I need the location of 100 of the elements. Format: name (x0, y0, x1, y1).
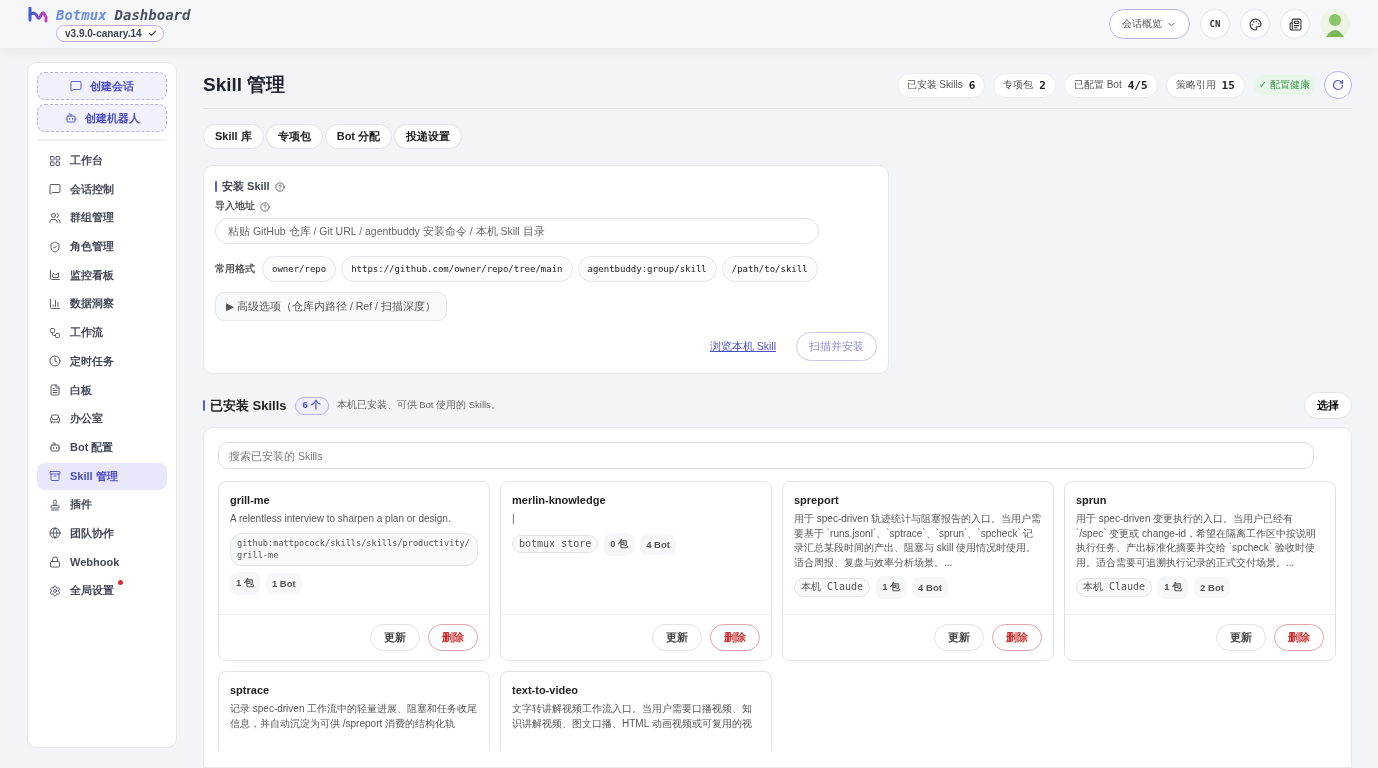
skill-name: grill-me (230, 494, 271, 506)
source-tag: 本机 Claude (1076, 578, 1153, 597)
section-title: 已安装 Skills (210, 396, 287, 415)
sidebar-item[interactable]: 角色管理 (37, 233, 167, 261)
advanced-options-toggle[interactable]: ▶ 高级选项（仓库内路径 / Ref / 扫描深度） (215, 292, 447, 321)
check-icon (147, 28, 157, 38)
armchair-icon (49, 412, 61, 425)
stamp-icon (49, 498, 61, 511)
logo-icon (28, 6, 48, 23)
sidebar-item[interactable]: 数据洞察 (37, 290, 167, 318)
lock-icon (49, 556, 61, 569)
sidebar-item[interactable]: 工作流 (37, 319, 167, 347)
bar-chart-icon (49, 297, 61, 310)
source-tag: github:mattpocock/skills/skills/productivity/grill-me (230, 532, 478, 566)
delete-button[interactable]: 删除 (992, 624, 1042, 651)
skill-name: sprun (1076, 494, 1108, 506)
create-button[interactable]: 创建机器人 (37, 104, 167, 132)
update-button[interactable]: 更新 (934, 624, 984, 651)
document-icon (1288, 17, 1302, 31)
stat-pill: 已配置 Bot 4/5 (1063, 72, 1158, 98)
refresh-button[interactable] (1324, 71, 1352, 99)
palette-icon (1248, 17, 1262, 31)
stat-pill: 已安装 Skills 6 (896, 72, 986, 98)
pack-count: 1 包 (1158, 576, 1189, 599)
bot-count: 4 Bot (912, 577, 948, 598)
sidebar-item[interactable]: 白板 (37, 376, 167, 404)
tab[interactable]: 投递设置 (394, 124, 463, 149)
sidebar-item[interactable]: 全局设置 (37, 577, 167, 605)
skill-description: A relentless interview to sharpen a plan or design. (230, 512, 452, 526)
skill-name: text-to-video (512, 684, 579, 696)
skill-description: 用于 spec-driven 轨迹统计与阻塞报告的入口。当用户需要基于 `runs.jsonl`、`sptrace`、`sprun`、`spcheck` 记录汇总某段时间的产出、阻塞与 skill 使用情况时使用。适合周报、复盘与效率分析场景。... (794, 512, 1042, 570)
sidebar-item[interactable]: Webhook (37, 548, 167, 576)
format-chip[interactable]: https://github.com/owner/repo/tree/main (341, 256, 573, 282)
chat-icon (49, 183, 61, 196)
sidebar-item[interactable]: 监控看板 (37, 261, 167, 289)
field-label: 导入地址 (215, 200, 255, 213)
page-title: Skill 管理 (203, 73, 286, 97)
format-chip[interactable]: owner/repo (262, 256, 337, 282)
source-tag: 本机 Claude (794, 578, 871, 597)
globe-icon (49, 527, 61, 540)
archive-icon (49, 470, 61, 483)
skill-description: 文字转讲解视频工作流入口。当用户需要口播视频、知识讲解视频、图文口播、HTML 动画视频或可复用的视 (512, 702, 753, 731)
browse-local-link[interactable]: 浏览本机 Skill (709, 339, 776, 354)
health-badge: ✓ 配置健康 (1252, 75, 1316, 95)
stat-pill: 策略引用 15 (1165, 72, 1245, 98)
sidebar-item[interactable]: 群组管理 (37, 204, 167, 232)
delete-button[interactable]: 删除 (710, 624, 760, 651)
notes-button[interactable] (1280, 9, 1310, 39)
create-button[interactable]: 创建会话 (37, 72, 167, 100)
robot-icon (49, 441, 61, 454)
help-icon[interactable] (274, 181, 285, 192)
sidebar-item[interactable]: 工作台 (37, 147, 167, 174)
import-url-field[interactable]: 粘贴 GitHub 仓库 / Git URL / agentbuddy 安装命令 / 本机 Skill 目录 (215, 218, 819, 244)
update-button[interactable]: 更新 (652, 624, 702, 651)
sidebar-item[interactable]: 插件 (37, 491, 167, 519)
sidebar-item[interactable]: 定时任务 (37, 347, 167, 375)
tab[interactable]: Skill 库 (203, 124, 264, 149)
robot-icon (64, 112, 77, 124)
theme-button[interactable] (1240, 9, 1270, 39)
clock-icon (49, 355, 61, 368)
tab[interactable]: Bot 分配 (324, 124, 393, 149)
users-icon (49, 211, 61, 224)
skill-name: sptrace (230, 684, 271, 696)
format-chip[interactable]: agentbuddy:group/skill (577, 256, 717, 282)
settings-icon (49, 584, 61, 597)
brand-name: Dashboard (114, 6, 191, 23)
formats-label: 常用格式 (215, 262, 255, 276)
grid-icon (49, 154, 61, 167)
section-title: 安装 Skill (222, 179, 270, 194)
update-button[interactable]: 更新 (370, 624, 420, 651)
format-chip[interactable]: /path/to/skill (721, 256, 818, 282)
pack-count: 0 包 (604, 532, 635, 556)
workflow-icon (49, 326, 61, 339)
search-field[interactable]: 搜索已安装的 Skills (218, 442, 1314, 469)
version-badge: v3.9.0-canary.14 (56, 24, 164, 42)
section-hint: 本机已安装、可供 Bot 使用的 Skills。 (336, 399, 501, 412)
delete-button[interactable]: 删除 (428, 624, 478, 651)
sidebar-item[interactable]: 会话控制 (37, 175, 167, 203)
document-icon (49, 384, 61, 396)
skill-description: | (512, 512, 516, 526)
delete-button[interactable]: 删除 (1274, 624, 1324, 651)
help-icon[interactable] (260, 201, 270, 212)
tab[interactable]: 专项包 (265, 124, 323, 149)
view-select[interactable]: 会话概览 (1109, 9, 1190, 39)
refresh-icon (1332, 79, 1344, 91)
language-button[interactable]: CN (1200, 9, 1230, 39)
skill-description: 用于 spec-driven 变更执行的入口。当用户已经有 `/spec` 变更或 change-id，希望在隔离工作区中按说明执行任务、产出标准化摘要并交给 `spcheck` 验收时使用。适合需要可追溯执行记录的正式交付场景。... (1076, 512, 1318, 570)
sidebar-item[interactable]: Skill 管理 (37, 462, 167, 490)
chart-icon (49, 269, 61, 282)
pack-count: 1 包 (876, 576, 907, 599)
sidebar-item[interactable]: Bot 配置 (37, 433, 167, 461)
sidebar-item[interactable]: 团队协作 (37, 519, 167, 547)
sidebar-item[interactable]: 办公室 (37, 405, 167, 433)
count-badge: 6 个 (294, 396, 329, 415)
skill-name: merlin-knowledge (512, 494, 607, 506)
skill-name: spreport (794, 494, 840, 506)
chat-icon (70, 80, 82, 92)
bot-count: 4 Bot (640, 533, 676, 555)
select-button[interactable]: 选择 (1304, 392, 1352, 419)
update-button[interactable]: 更新 (1216, 624, 1266, 651)
